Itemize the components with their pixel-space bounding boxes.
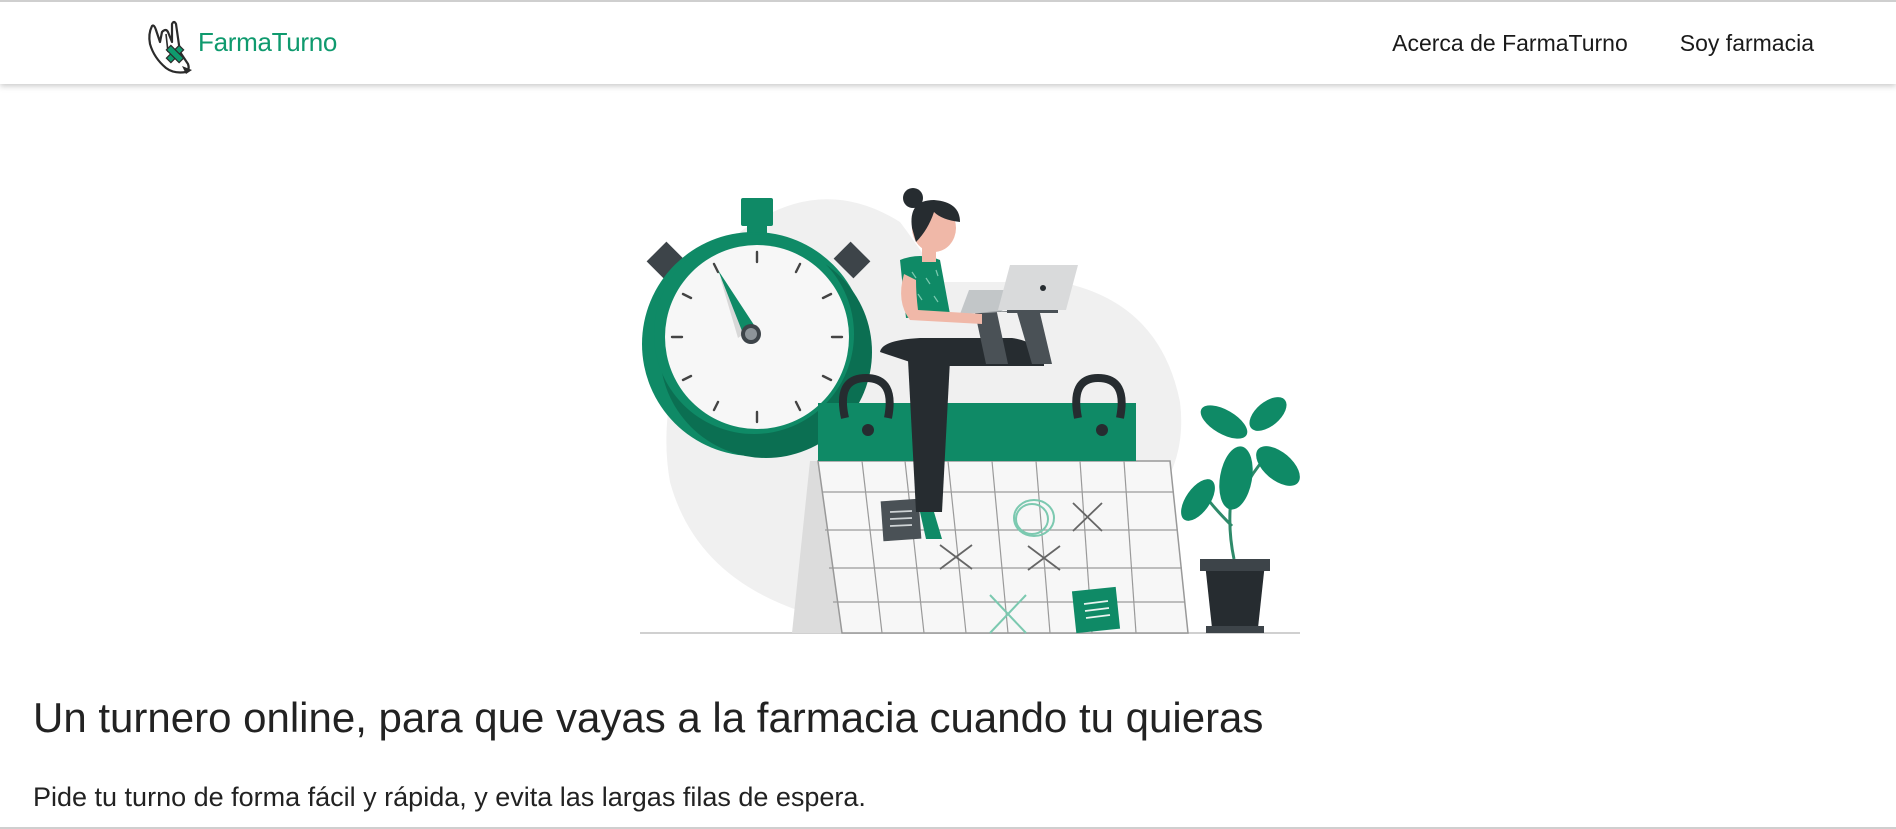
- brand-name: FarmaTurno: [198, 26, 338, 57]
- nav-link-about[interactable]: Acerca de FarmaTurno: [1392, 30, 1628, 57]
- hero-subline: Pide tu turno de forma fácil y rápida, y…: [33, 782, 866, 812]
- pharmacy-hand-logo-icon: [148, 20, 192, 74]
- nav-link-pharmacy[interactable]: Soy farmacia: [1680, 30, 1814, 57]
- hero-illustration: [640, 188, 1300, 634]
- brand-home-link[interactable]: FarmaTurno: [142, 12, 337, 76]
- page: FarmaTurno Acerca de FarmaTurno Soy farm…: [0, 0, 1896, 829]
- hero-headline: Un turnero online, para que vayas a la f…: [33, 694, 1264, 741]
- calendar-icon: [792, 373, 1189, 634]
- top-navbar: FarmaTurno Acerca de FarmaTurno Soy farm…: [0, 2, 1896, 84]
- potted-plant-icon: [1181, 397, 1300, 633]
- main-nav: Acerca de FarmaTurno Soy farmacia: [1392, 2, 1814, 84]
